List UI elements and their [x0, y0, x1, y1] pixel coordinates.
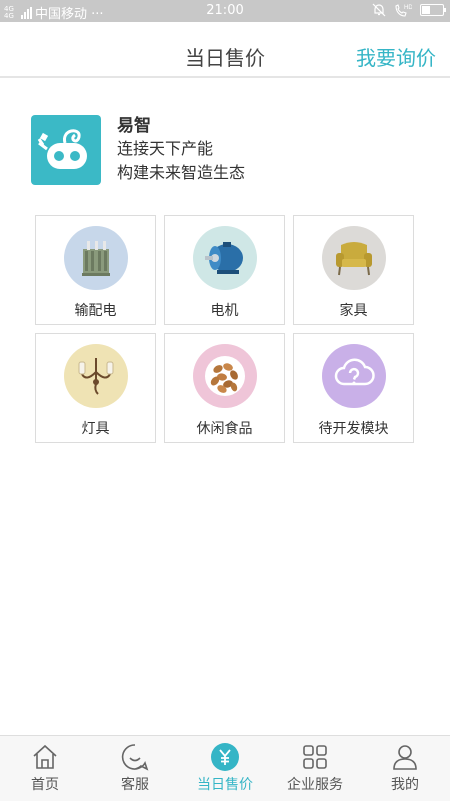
mute-bell-icon	[372, 3, 386, 17]
hd-call-icon: HD	[395, 4, 412, 17]
tab-profile[interactable]: 我的	[360, 736, 450, 801]
category-label: 灯具	[81, 421, 110, 437]
category-tile-snack-food[interactable]: 休闲食品	[164, 333, 285, 443]
category-label: 电机	[210, 303, 239, 319]
tab-label: 当日售价	[197, 777, 253, 793]
yuan-icon	[210, 742, 240, 772]
tab-customer-service[interactable]: 客服	[90, 736, 180, 801]
tab-enterprise-service[interactable]: 企业服务	[270, 736, 360, 801]
brand-slogan-line-2: 构建未来智造生态	[117, 163, 246, 182]
chat-icon	[121, 742, 149, 772]
category-label: 输配电	[74, 303, 117, 319]
category-label: 待开发模块	[318, 421, 389, 437]
home-icon	[31, 742, 59, 772]
armchair-icon	[321, 226, 386, 290]
category-label: 休闲食品	[196, 421, 253, 437]
category-tile-motor[interactable]: 电机	[164, 215, 285, 325]
nuts-icon	[192, 344, 257, 408]
cloud-question-icon	[321, 344, 386, 408]
status-bar: 4G 4G 中国移动 ··· 21:00 HD	[0, 0, 450, 22]
tab-label: 客服	[121, 777, 149, 793]
tab-label: 我的	[391, 777, 419, 793]
category-tile-power-distribution[interactable]: 输配电	[35, 215, 156, 325]
category-label: 家具	[339, 303, 368, 319]
tab-home[interactable]: 首页	[0, 736, 90, 801]
tab-label: 企业服务	[287, 777, 343, 793]
grid-icon	[301, 742, 329, 772]
brand-name: 易智	[117, 116, 151, 136]
tab-label: 首页	[31, 777, 59, 793]
brand-card: 易智 连接天下产能 构建未来智造生态	[31, 115, 421, 185]
header: 当日售价 我要询价	[0, 22, 450, 78]
category-tile-coming-soon[interactable]: 待开发模块	[293, 333, 414, 443]
inquiry-link[interactable]: 我要询价	[356, 42, 436, 71]
wall-lamp-icon	[63, 344, 128, 408]
robot-logo-icon	[31, 115, 101, 185]
tab-daily-price[interactable]: 当日售价	[180, 736, 270, 801]
bottom-tab-bar: 首页 客服 当日售价 企业服务 我的	[0, 735, 450, 801]
brand-slogan-line-1: 连接天下产能	[117, 139, 214, 158]
svg-text:HD: HD	[404, 5, 412, 11]
category-grid: 输配电 电机 家具 灯具 休闲食品 待开发模块	[35, 215, 415, 443]
brand-text: 易智 连接天下产能 构建未来智造生态	[117, 115, 245, 185]
transformer-icon	[63, 226, 128, 290]
category-tile-lighting[interactable]: 灯具	[35, 333, 156, 443]
status-right: HD	[372, 3, 446, 17]
battery-icon	[420, 4, 446, 16]
category-tile-furniture[interactable]: 家具	[293, 215, 414, 325]
user-icon	[391, 742, 419, 772]
motor-icon	[192, 226, 257, 290]
